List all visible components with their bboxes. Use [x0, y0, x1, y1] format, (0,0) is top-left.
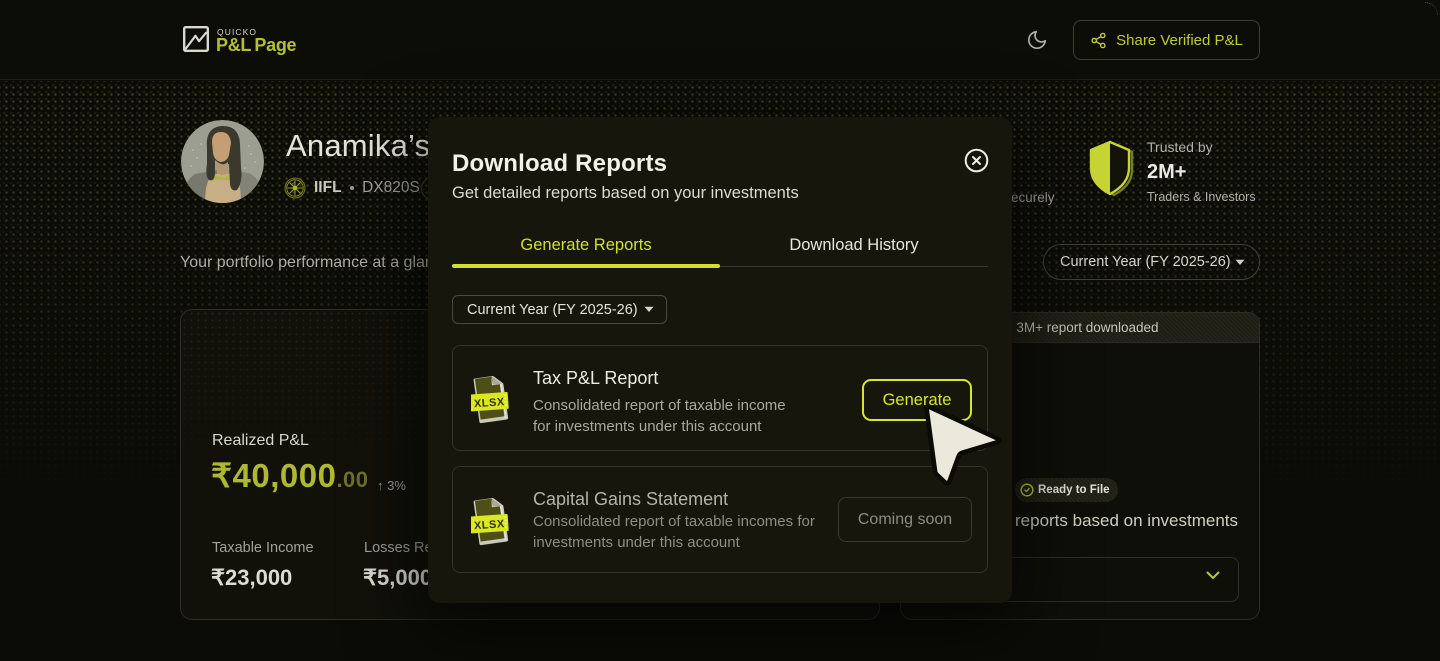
svg-text:XLSX: XLSX [474, 396, 506, 410]
svg-text:XLSX: XLSX [474, 518, 506, 532]
